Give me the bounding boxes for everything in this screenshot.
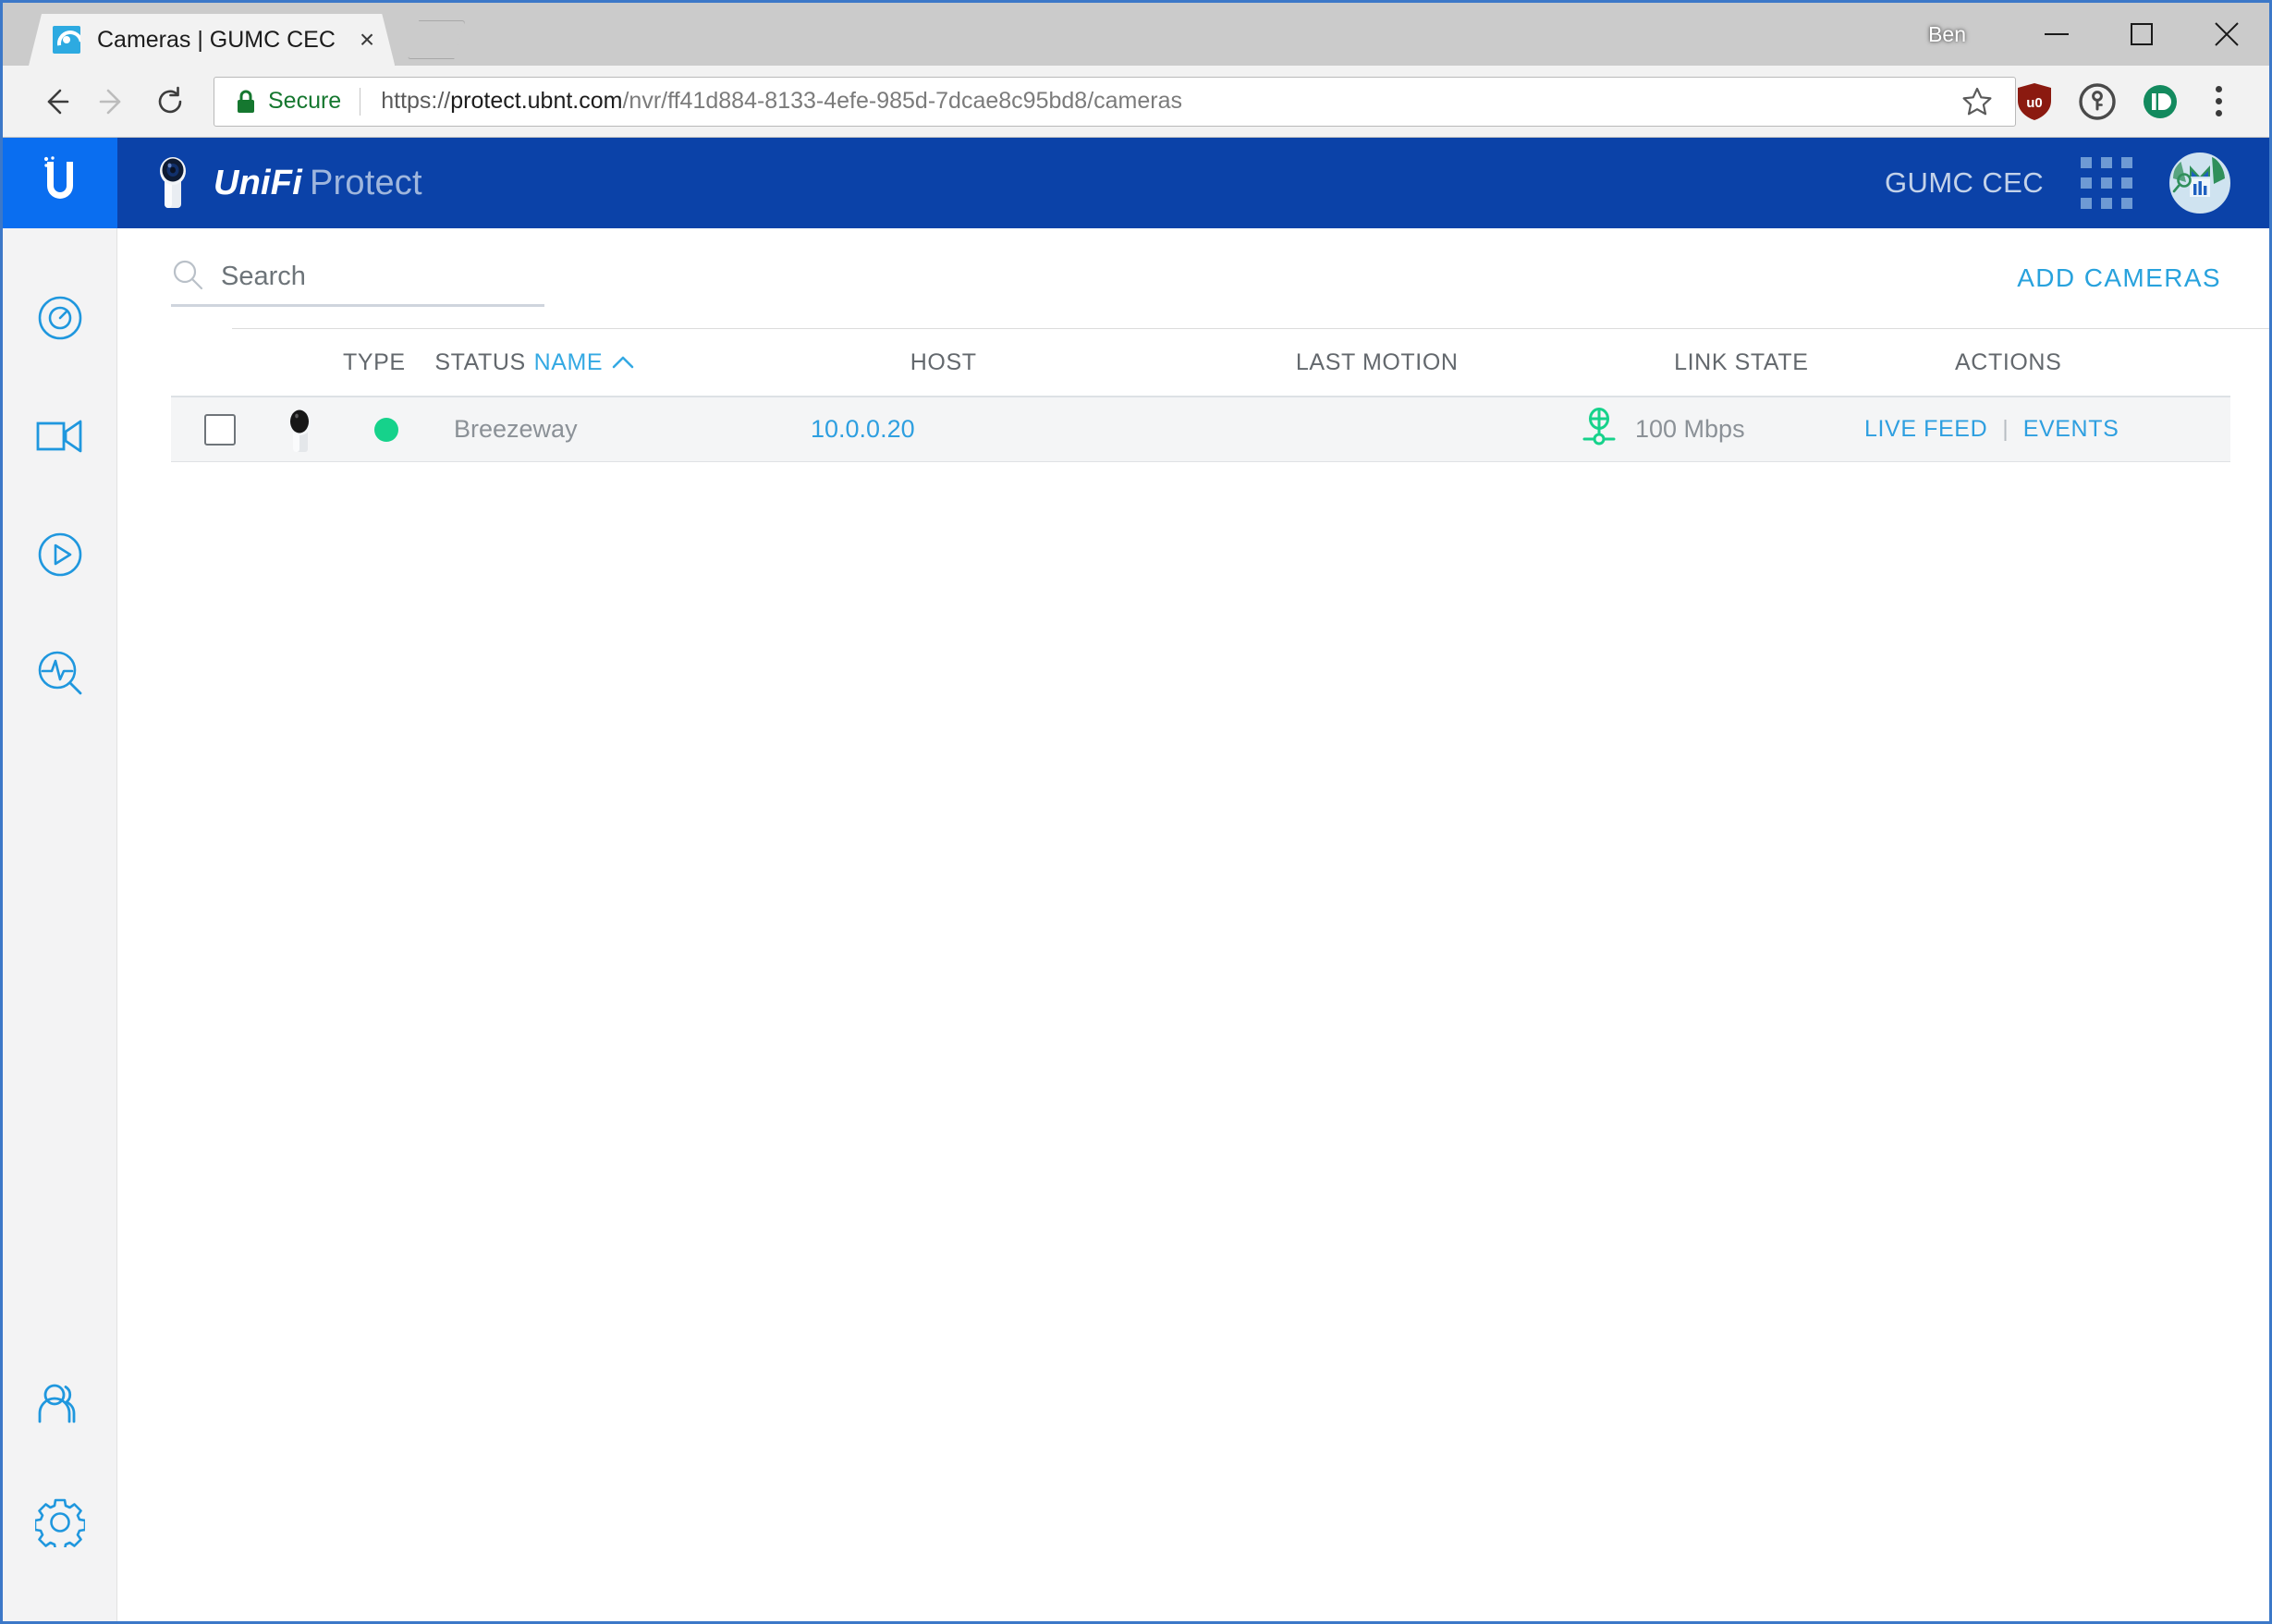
unifi-camera-thumbnail <box>273 406 328 454</box>
browser-toolbar: Secure https://protect.ubnt.com/nvr/ff41… <box>3 66 2269 138</box>
sidebar <box>2 138 117 1621</box>
window-controls: Ben <box>1928 3 2269 66</box>
svg-text:u0: u0 <box>2026 95 2043 111</box>
brand: UniFi Protect <box>153 156 422 210</box>
cameras-table: TYPE STATUS NAME HOST LAST MOTION LINK S… <box>117 329 2269 462</box>
minimize-button[interactable] <box>2014 3 2099 66</box>
column-header-name[interactable]: NAME <box>534 349 910 376</box>
tab-close-icon[interactable]: × <box>360 27 374 53</box>
bookmark-star-icon[interactable] <box>1951 86 2003 117</box>
pushbullet-icon[interactable] <box>2129 70 2192 133</box>
camera-host[interactable]: 10.0.0.20 <box>811 415 1199 444</box>
url-scheme: https:// <box>381 88 451 114</box>
maximize-button[interactable] <box>2099 3 2184 66</box>
main-content: UniFi Protect GUMC CEC Search ADD CAMERA… <box>117 138 2269 1621</box>
camera-link-speed: 100 Mbps <box>1635 415 1745 443</box>
chevron-up-icon <box>612 349 634 376</box>
title-bar: Cameras | GUMC CEC × Ben <box>3 3 2269 66</box>
sidebar-item-users[interactable] <box>28 1372 92 1436</box>
ethernet-link-icon <box>1582 408 1617 451</box>
camera-row-actions: LIVE FEED | EVENTS <box>1864 416 2119 443</box>
browser-tab-active[interactable]: Cameras | GUMC CEC × <box>29 14 395 66</box>
back-button[interactable] <box>27 73 84 130</box>
brand-unifi-label: UniFi <box>214 163 302 202</box>
column-header-host[interactable]: HOST <box>910 349 1296 376</box>
camera-product-icon <box>153 156 193 210</box>
column-header-status[interactable]: STATUS <box>434 349 533 376</box>
site-name-label[interactable]: GUMC CEC <box>1885 166 2044 200</box>
table-header-row: TYPE STATUS NAME HOST LAST MOTION LINK S… <box>171 329 2230 397</box>
status-badge <box>374 417 398 442</box>
tab-favicon-icon <box>53 26 80 54</box>
column-header-type[interactable]: TYPE <box>343 349 434 376</box>
close-button[interactable] <box>2184 3 2269 66</box>
sidebar-item-cameras[interactable] <box>28 404 92 469</box>
column-header-actions: ACTIONS <box>1955 348 2062 375</box>
reload-button[interactable] <box>141 73 199 130</box>
tab-strip: Cameras | GUMC CEC × <box>3 3 465 66</box>
tab-title: Cameras | GUMC CEC <box>97 26 336 53</box>
new-tab-button[interactable] <box>408 20 465 59</box>
live-feed-link[interactable]: LIVE FEED <box>1864 416 1987 443</box>
events-link[interactable]: EVENTS <box>2023 416 2119 443</box>
browser-window: Cameras | GUMC CEC × Ben Secure https://… <box>0 0 2272 1624</box>
search-placeholder: Search <box>221 262 306 291</box>
table-row[interactable]: Breezeway 10.0.0.20 100 Mbps LIVE FEED |… <box>171 397 2230 462</box>
row-checkbox[interactable] <box>204 413 236 446</box>
url-host: protect.ubnt.com <box>450 88 623 114</box>
apps-grid-icon[interactable] <box>2081 157 2132 209</box>
three-dot-menu-icon[interactable] <box>2192 70 2245 133</box>
toolbar-row: Search ADD CAMERAS <box>117 228 2269 328</box>
camera-link-state: 100 Mbps <box>1582 408 1864 451</box>
search-icon <box>171 258 204 296</box>
sidebar-item-settings[interactable] <box>28 1490 92 1555</box>
application-area: UniFi Protect GUMC CEC Search ADD CAMERA… <box>2 138 2269 1621</box>
profile-name-label[interactable]: Ben <box>1928 22 1966 47</box>
ubiquiti-u-logo[interactable] <box>2 138 117 228</box>
app-header: UniFi Protect GUMC CEC <box>117 138 2269 228</box>
sidebar-bottom-items <box>28 1372 92 1621</box>
secure-label: Secure <box>268 88 342 114</box>
url-path: /nvr/ff41d884-8133-4efe-985d-7dcae8c95bd… <box>622 88 1183 114</box>
column-header-last-motion[interactable]: LAST MOTION <box>1296 349 1674 376</box>
ublock-origin-icon[interactable]: u0 <box>2003 70 2066 133</box>
padlock-icon <box>235 89 257 115</box>
add-cameras-button[interactable]: ADD CAMERAS <box>2017 263 2221 293</box>
app-header-right: GUMC CEC <box>1885 153 2230 214</box>
address-bar[interactable]: Secure https://protect.ubnt.com/nvr/ff41… <box>214 76 2016 127</box>
search-input[interactable]: Search <box>171 250 544 307</box>
sidebar-item-playback[interactable] <box>28 522 92 587</box>
avatar[interactable] <box>2169 153 2230 214</box>
address-bar-url: https://protect.ubnt.com/nvr/ff41d884-81… <box>381 88 1182 115</box>
actions-separator: | <box>2002 416 2009 442</box>
column-header-link-state[interactable]: LINK STATE <box>1674 349 1955 376</box>
column-header-name-label: NAME <box>533 348 604 375</box>
brand-protect-label: Protect <box>309 163 422 202</box>
camera-name: Breezeway <box>454 415 578 443</box>
brand-title: UniFi Protect <box>214 164 422 203</box>
sidebar-primary-items <box>28 228 92 705</box>
1password-icon[interactable] <box>2066 70 2129 133</box>
sidebar-item-dashboard[interactable] <box>28 286 92 350</box>
sidebar-item-insights[interactable] <box>28 641 92 705</box>
forward-button[interactable] <box>84 73 141 130</box>
